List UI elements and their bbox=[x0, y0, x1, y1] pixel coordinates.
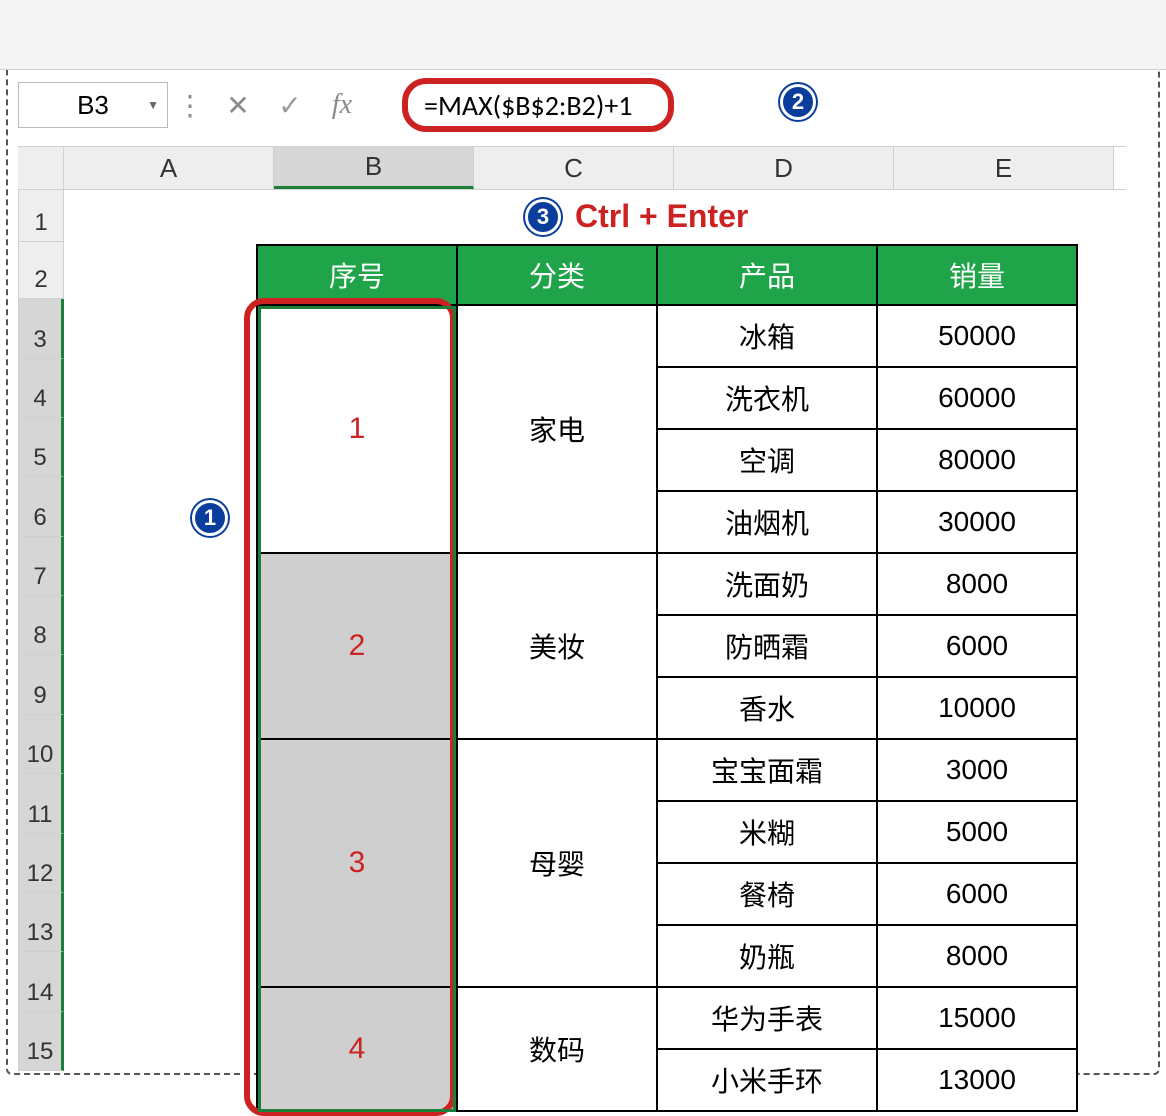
enter-icon[interactable] bbox=[264, 82, 316, 128]
name-box-value: B3 bbox=[77, 90, 109, 121]
row-header-14[interactable]: 14 bbox=[18, 952, 64, 1011]
cell-sales[interactable]: 30000 bbox=[877, 491, 1077, 553]
row-header-12[interactable]: 12 bbox=[18, 834, 64, 893]
cell-product[interactable]: 洗衣机 bbox=[657, 367, 877, 429]
data-table: 序号 分类 产品 销量 1家电冰箱50000洗衣机60000空调80000油烟机… bbox=[256, 244, 1078, 1112]
formula-bar-row: B3 ▼ ⋮ fx =MAX($B$2:B2)+1 bbox=[18, 78, 1126, 132]
cell-product[interactable]: 冰箱 bbox=[657, 305, 877, 367]
cancel-icon[interactable] bbox=[212, 82, 264, 128]
cell-sales[interactable]: 6000 bbox=[877, 615, 1077, 677]
row-headers: 123456789101112131415 bbox=[18, 190, 64, 1071]
cell-product[interactable]: 空调 bbox=[657, 429, 877, 491]
cell-product[interactable]: 小米手环 bbox=[657, 1049, 877, 1111]
col-header-D[interactable]: D bbox=[674, 147, 894, 189]
formula-input[interactable]: =MAX($B$2:B2)+1 bbox=[402, 78, 674, 132]
separator: ⋮ bbox=[168, 89, 212, 122]
row-header-7[interactable]: 7 bbox=[18, 537, 64, 596]
table-row: 3母婴宝宝面霜3000 bbox=[257, 739, 1077, 801]
cell-product[interactable]: 华为手表 bbox=[657, 987, 877, 1049]
annotation-badge-2: 2 bbox=[780, 84, 816, 120]
cell-sales[interactable]: 13000 bbox=[877, 1049, 1077, 1111]
col-header-A[interactable]: A bbox=[64, 147, 274, 189]
cell-sales[interactable]: 3000 bbox=[877, 739, 1077, 801]
fx-label: fx bbox=[332, 89, 352, 121]
fx-button[interactable]: fx bbox=[316, 82, 368, 128]
row-header-5[interactable]: 5 bbox=[18, 418, 64, 477]
row-header-2[interactable]: 2 bbox=[18, 242, 64, 299]
cell-seq[interactable]: 3 bbox=[257, 739, 457, 987]
cell-seq[interactable]: 1 bbox=[257, 305, 457, 553]
cell-product[interactable]: 油烟机 bbox=[657, 491, 877, 553]
th-seq[interactable]: 序号 bbox=[257, 245, 457, 305]
row-header-9[interactable]: 9 bbox=[18, 655, 64, 714]
th-sales[interactable]: 销量 bbox=[877, 245, 1077, 305]
ribbon-area bbox=[0, 0, 1166, 70]
th-cat[interactable]: 分类 bbox=[457, 245, 657, 305]
cell-product[interactable]: 宝宝面霜 bbox=[657, 739, 877, 801]
cell-category[interactable]: 母婴 bbox=[457, 739, 657, 987]
row-header-15[interactable]: 15 bbox=[18, 1012, 64, 1071]
cell-product[interactable]: 洗面奶 bbox=[657, 553, 877, 615]
column-headers: A B C D E bbox=[18, 146, 1126, 190]
col-header-B[interactable]: B bbox=[274, 147, 474, 189]
cell-seq[interactable]: 2 bbox=[257, 553, 457, 739]
cell-product[interactable]: 香水 bbox=[657, 677, 877, 739]
table-header-row: 序号 分类 产品 销量 bbox=[257, 245, 1077, 305]
cell-product[interactable]: 米糊 bbox=[657, 801, 877, 863]
table-row: 4数码华为手表15000 bbox=[257, 987, 1077, 1049]
row-header-1[interactable]: 1 bbox=[18, 190, 64, 242]
annotation-badge-1: 1 bbox=[192, 500, 228, 536]
row-header-3[interactable]: 3 bbox=[18, 299, 64, 358]
cell-product[interactable]: 防晒霜 bbox=[657, 615, 877, 677]
cell-category[interactable]: 数码 bbox=[457, 987, 657, 1111]
row-header-8[interactable]: 8 bbox=[18, 596, 64, 655]
cell-product[interactable]: 餐椅 bbox=[657, 863, 877, 925]
row-header-6[interactable]: 6 bbox=[18, 477, 64, 536]
cell-sales[interactable]: 80000 bbox=[877, 429, 1077, 491]
cell-seq[interactable]: 4 bbox=[257, 987, 457, 1111]
cell-sales[interactable]: 8000 bbox=[877, 925, 1077, 987]
row-header-11[interactable]: 11 bbox=[18, 774, 64, 833]
cell-sales[interactable]: 5000 bbox=[877, 801, 1077, 863]
table-row: 1家电冰箱50000 bbox=[257, 305, 1077, 367]
chevron-down-icon[interactable]: ▼ bbox=[147, 98, 159, 112]
name-box[interactable]: B3 ▼ bbox=[18, 82, 168, 128]
cell-sales[interactable]: 6000 bbox=[877, 863, 1077, 925]
table-row: 2美妆洗面奶8000 bbox=[257, 553, 1077, 615]
select-all-corner[interactable] bbox=[18, 147, 64, 189]
cell-product[interactable]: 奶瓶 bbox=[657, 925, 877, 987]
cell-category[interactable]: 家电 bbox=[457, 305, 657, 553]
formula-text: =MAX($B$2:B2)+1 bbox=[424, 88, 632, 123]
cell-sales[interactable]: 60000 bbox=[877, 367, 1077, 429]
row-header-13[interactable]: 13 bbox=[18, 893, 64, 952]
cell-sales[interactable]: 15000 bbox=[877, 987, 1077, 1049]
row-header-10[interactable]: 10 bbox=[18, 715, 64, 774]
col-header-C[interactable]: C bbox=[474, 147, 674, 189]
cell-sales[interactable]: 8000 bbox=[877, 553, 1077, 615]
th-prod[interactable]: 产品 bbox=[657, 245, 877, 305]
cell-category[interactable]: 美妆 bbox=[457, 553, 657, 739]
row-header-4[interactable]: 4 bbox=[18, 359, 64, 418]
cell-sales[interactable]: 50000 bbox=[877, 305, 1077, 367]
cell-sales[interactable]: 10000 bbox=[877, 677, 1077, 739]
col-header-E[interactable]: E bbox=[894, 147, 1114, 189]
